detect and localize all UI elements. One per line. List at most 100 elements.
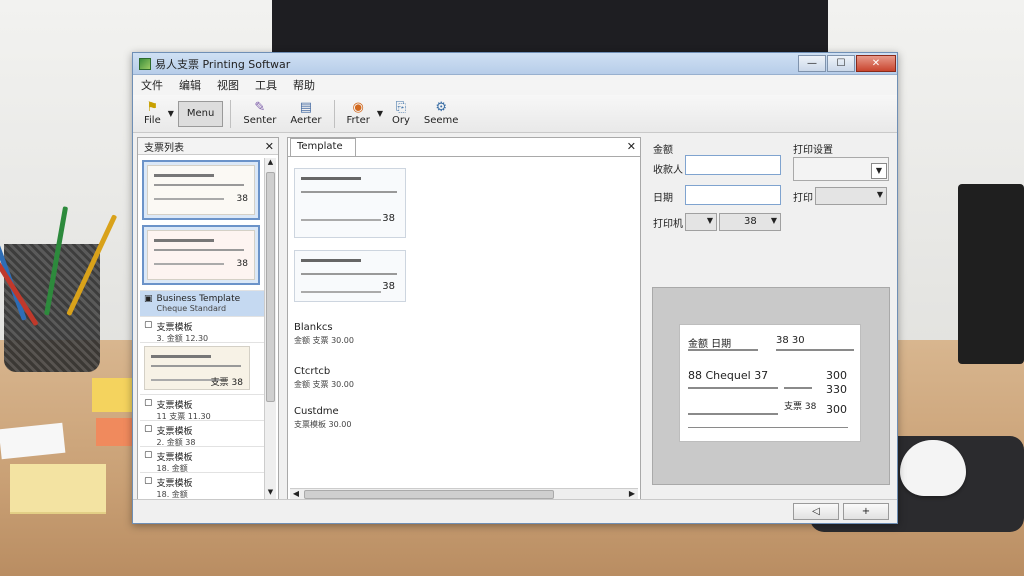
menu-item-help[interactable]: 帮助 — [293, 77, 315, 93]
template-panel: Template ✕ 38 38 Blankcs 金额 支票 30.00 Ctc… — [287, 137, 641, 503]
chevron-down-icon: ▼ — [706, 216, 713, 225]
template-desc: 金额 支票 30.00 — [294, 336, 354, 345]
scroll-up-icon[interactable]: ▲ — [265, 158, 276, 170]
copy-icon: ⎘ — [395, 100, 407, 115]
menu-item-view[interactable]: 视图 — [217, 77, 239, 93]
panel-header: 支票列表 ✕ — [138, 138, 278, 155]
toolbar-label: File — [144, 115, 161, 126]
cheque-thumbnail[interactable]: 38 — [142, 160, 260, 220]
globe-icon: ◉ — [352, 100, 364, 115]
list-item[interactable]: ▢ 支票模板 18. 金额 — [140, 446, 264, 473]
template-name: Custdme — [294, 406, 339, 417]
menu-item-file[interactable]: 文件 — [141, 77, 163, 93]
toolbar-seeme-button[interactable]: ⚙ Seeme — [419, 97, 464, 131]
cheque-preview: 支票 38 — [144, 346, 250, 390]
preview-header-right: 38 30 — [776, 335, 805, 346]
computer-mouse — [900, 440, 966, 496]
toolbar-senter-button[interactable]: ✎ Senter — [238, 97, 281, 131]
close-button[interactable]: ✕ — [856, 55, 896, 72]
close-icon[interactable]: ✕ — [627, 140, 636, 153]
chevron-down-icon: ▼ — [876, 190, 883, 199]
sticky-note — [92, 378, 132, 412]
date-input[interactable] — [685, 185, 781, 205]
chevron-down-icon[interactable]: ▼ — [168, 109, 174, 118]
scroll-right-icon[interactable]: ▶ — [626, 489, 638, 498]
toolbar-separator — [230, 99, 232, 128]
add-button[interactable]: + — [843, 503, 889, 520]
toolbar-separator — [333, 99, 335, 128]
scroll-left-icon[interactable]: ◀ — [290, 489, 302, 498]
template-preview: 38 — [294, 168, 406, 238]
list-item[interactable]: ▢ 支票模板 3. 金额 12.30 — [140, 316, 264, 343]
properties-panel: 金额 打印设置 ▼ 收款人 日期 打印 ▼ 打印机 ▼ 38 ▼ 金额 日期 3… — [649, 137, 893, 485]
template-desc: 金额 支票 30.00 — [294, 380, 354, 389]
list-item-title: 支票模板 — [156, 453, 193, 463]
toolbar-file-button[interactable]: ⚑ File — [139, 97, 166, 131]
template-item[interactable]: 38 — [294, 168, 406, 238]
window-title: 易人支票 Printing Softwar — [155, 57, 291, 71]
toolbar-label: Senter — [243, 115, 277, 126]
list-item[interactable]: ▢ 支票模板 11 支票 11.30 — [140, 394, 264, 421]
template-item[interactable]: 38 — [294, 250, 406, 302]
toolbar-ory-button[interactable]: ⎘ Ory — [387, 97, 415, 131]
print-settings-box[interactable]: ▼ — [793, 157, 889, 181]
tab-divider — [288, 156, 640, 157]
list-item[interactable]: ▢ 支票模板 2. 金额 38 — [140, 420, 264, 447]
toolbar-label: Frter — [346, 115, 370, 126]
list-item-title: Business Template — [156, 294, 241, 304]
window-controls: — ☐ ✕ — [798, 55, 897, 72]
list-item[interactable]: 支票 38 — [140, 342, 264, 394]
close-icon[interactable]: ✕ — [265, 140, 274, 153]
print-select[interactable]: ▼ — [815, 187, 887, 205]
monitor-frame — [272, 0, 828, 56]
back-button[interactable]: ◁ — [793, 503, 839, 520]
toolbar-frter-button[interactable]: ◉ Frter — [342, 97, 375, 131]
chevron-down-icon[interactable]: ▼ — [377, 109, 383, 118]
scrollbar-thumb[interactable] — [304, 490, 554, 499]
panel-title: 支票列表 — [144, 142, 184, 154]
template-amount: 38 — [382, 281, 395, 292]
cheque-thumbnail[interactable]: 38 — [142, 225, 260, 285]
sticky-note — [96, 418, 132, 446]
app-window: 易人支票 Printing Softwar — ☐ ✕ 文件 编辑 视图 工具 … — [132, 52, 898, 524]
list-item-sub: Cheque Standard — [156, 304, 227, 313]
menu-item-edit[interactable]: 编辑 — [179, 77, 201, 93]
template-item[interactable]: Custdme 支票模板 30.00 — [294, 406, 406, 430]
menu-item-tools[interactable]: 工具 — [255, 77, 277, 93]
preview-header-left: 金额 日期 — [688, 339, 732, 350]
document-icon: ▢ — [144, 320, 153, 330]
pen-icon: ✎ — [254, 100, 266, 115]
title-bar: 易人支票 Printing Softwar — ☐ ✕ — [133, 53, 897, 75]
cheque-amount: 38 — [236, 259, 248, 269]
list-item-title: 支票模板 — [156, 401, 193, 411]
template-desc: 支票模板 30.00 — [294, 420, 352, 429]
toolbar-label: Aerter — [290, 115, 322, 126]
chevron-down-icon[interactable]: ▼ — [871, 163, 887, 179]
chevron-down-icon: ▼ — [770, 216, 777, 225]
print-settings-label: 打印设置 — [793, 145, 833, 156]
minimize-button[interactable]: — — [798, 55, 826, 72]
template-item[interactable]: Ctcrtcb 金额 支票 30.00 — [294, 366, 406, 390]
printer-value-select[interactable]: 38 ▼ — [719, 213, 781, 231]
template-item[interactable]: Blankcs 金额 支票 30.00 — [294, 322, 406, 346]
desk-organizer — [958, 184, 1024, 364]
cheque-preview: 金额 日期 38 30 88 Chequel 37 300 330 支票 38 … — [679, 324, 861, 442]
payee-label: 收款人 — [653, 165, 683, 176]
scrollbar-thumb[interactable] — [266, 172, 275, 402]
template-name: Blankcs — [294, 322, 333, 333]
document-icon: ▢ — [144, 398, 153, 408]
amount-input[interactable] — [685, 155, 781, 175]
maximize-button[interactable]: ☐ — [827, 55, 855, 72]
tab-template[interactable]: Template — [290, 138, 356, 156]
toolbar-aerter-button[interactable]: ▤ Aerter — [285, 97, 326, 131]
list-item-title: 支票模板 — [156, 427, 193, 437]
vertical-scrollbar[interactable]: ▲ ▼ — [264, 158, 276, 500]
list-item[interactable]: ▣ Business Template Cheque Standard — [140, 290, 264, 316]
thumbnail-list: 38 38 ▣ Business Template Cheque Standar… — [140, 158, 264, 500]
cheque-preview-area: 金额 日期 38 30 88 Chequel 37 300 330 支票 38 … — [652, 287, 890, 485]
printer-select[interactable]: ▼ — [685, 213, 717, 231]
cheque-preview: 38 — [147, 230, 255, 280]
toolbar-label: Ory — [392, 115, 410, 126]
list-item[interactable]: ▢ 支票模板 18. 金额 — [140, 472, 264, 499]
toolbar-menu-button[interactable]: Menu — [177, 100, 224, 127]
